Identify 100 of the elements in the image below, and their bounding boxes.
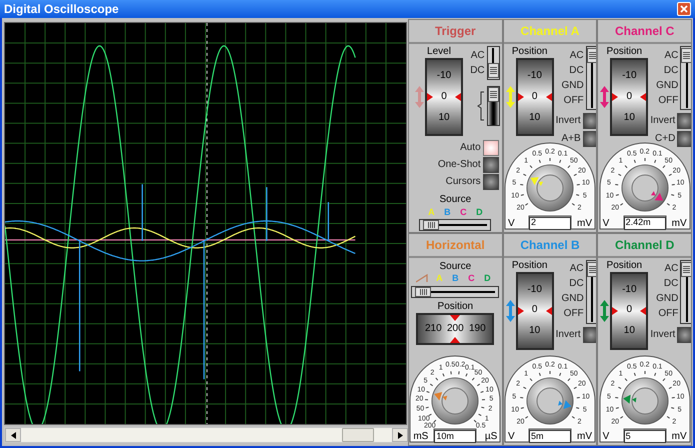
coupling-label: GND: [656, 292, 678, 306]
switch-thumb[interactable]: [586, 262, 596, 276]
value-field[interactable]: 5: [624, 430, 666, 443]
toggle-button[interactable]: Invert: [556, 326, 596, 342]
toggle-button[interactable]: A+B: [561, 131, 596, 147]
switch-thumb[interactable]: [488, 87, 499, 102]
window-title: Digital Oscilloscope: [4, 3, 119, 15]
vertical-switch[interactable]: [680, 46, 691, 110]
pointer-icon: [640, 306, 646, 314]
scale-label: 0: [441, 92, 447, 102]
coupling-label: AC: [570, 262, 584, 276]
switch-thumb[interactable]: [681, 262, 691, 276]
coupling-label: OFF: [658, 307, 678, 321]
scale-label: -10: [527, 71, 542, 82]
switch-thumb[interactable]: [423, 220, 440, 230]
scroll-left-button[interactable]: [5, 428, 21, 442]
horizontal-switch[interactable]: [419, 219, 492, 231]
coupling-label: DC: [569, 277, 584, 291]
pointer-icon: [450, 336, 460, 342]
panel-title: Channel A: [520, 23, 580, 40]
vertical-switch[interactable]: [586, 46, 596, 110]
source-letter: B: [452, 274, 459, 283]
coupling-label: OFF: [564, 94, 584, 108]
value-field[interactable]: 2: [528, 216, 571, 230]
pointer-icon: [450, 314, 460, 320]
value-field[interactable]: 5m: [528, 430, 571, 443]
scale-label: -10: [622, 284, 637, 295]
pointer-icon: [640, 93, 646, 101]
value-field[interactable]: 2.42m: [624, 216, 666, 230]
scale-label: 10: [438, 112, 450, 123]
source-letter: C: [460, 208, 467, 216]
position-drum[interactable]: -10 0 10: [610, 58, 648, 136]
panel-title: Channel C: [614, 23, 674, 40]
vertical-switch[interactable]: [486, 46, 500, 80]
toggle-button[interactable]: Cursors: [446, 174, 499, 190]
switch-thumb[interactable]: [586, 48, 596, 63]
unit-label: mV: [672, 218, 687, 228]
switch-thumb[interactable]: [488, 63, 499, 78]
toggle-button[interactable]: One-Shot: [438, 157, 499, 173]
close-button[interactable]: [677, 2, 691, 16]
position-drum[interactable]: -10 0 10: [425, 58, 463, 136]
pointer-icon: [546, 306, 552, 314]
coupling-label: OFF: [564, 307, 584, 321]
position-drum[interactable]: 210 200 190: [416, 312, 494, 344]
scale-label: -10: [527, 284, 542, 295]
scroll-right-button[interactable]: [392, 428, 408, 442]
coupling-label: DC: [664, 277, 678, 291]
panel-label: Position: [606, 46, 642, 58]
coupling-label: GND: [561, 78, 584, 92]
unit-label: mS: [413, 432, 428, 442]
unit-label: µS: [484, 432, 498, 442]
unit-label: V: [602, 432, 610, 442]
panel-title: Channel D: [614, 236, 674, 254]
switch-thumb[interactable]: [681, 48, 691, 63]
source-letter: D: [476, 208, 483, 216]
source-letter: A: [428, 208, 435, 216]
pointer-icon: [546, 93, 552, 101]
position-drum[interactable]: -10 0 10: [610, 272, 648, 350]
horizontal-switch[interactable]: [411, 286, 500, 298]
pointer-icon: [455, 93, 461, 101]
position-drum[interactable]: -10 0 10: [516, 58, 554, 136]
close-icon: [680, 5, 688, 13]
scale-label: 210: [424, 324, 442, 334]
scale-label: 200: [446, 324, 464, 334]
unit-label: V: [508, 218, 515, 228]
unit-label: mV: [576, 218, 592, 228]
coupling-label: AC: [664, 262, 678, 276]
position-drum[interactable]: -10 0 10: [516, 272, 554, 350]
scroll-thumb[interactable]: [342, 428, 374, 442]
unit-label: mV: [576, 432, 592, 442]
toggle-button[interactable]: C+D: [655, 131, 691, 147]
scale-label: 0: [626, 92, 632, 102]
updown-arrow-icon: [415, 86, 424, 108]
unit-label: V: [508, 432, 515, 442]
scale-label: 10: [529, 112, 540, 123]
toggle-button[interactable]: Auto: [460, 140, 499, 156]
bracket-icon: [476, 91, 485, 121]
source-letter: C: [468, 274, 475, 283]
panel-title: Channel B: [520, 236, 580, 254]
switch-thumb[interactable]: [415, 286, 432, 296]
vertical-switch[interactable]: [586, 260, 596, 324]
coupling-label: GND: [561, 292, 584, 306]
vertical-switch[interactable]: [680, 260, 691, 324]
toggle-button[interactable]: Invert: [556, 113, 596, 129]
scale-label: -10: [436, 71, 452, 82]
coupling-label: OFF: [658, 94, 678, 108]
panel-label: Position: [606, 260, 642, 272]
coupling-label: GND: [656, 78, 678, 92]
toggle-button[interactable]: Invert: [650, 113, 691, 129]
dial-tick-marks: [614, 370, 675, 419]
vertical-switch[interactable]: [486, 86, 500, 126]
coupling-label: AC: [570, 48, 584, 62]
scale-label: 10: [529, 326, 540, 336]
panel-label: Source: [439, 260, 472, 272]
coupling-label: DC: [470, 64, 485, 78]
scale-label: 0: [626, 305, 632, 316]
value-field[interactable]: 10m: [434, 430, 476, 443]
toggle-button[interactable]: Invert: [650, 326, 691, 342]
source-letter: D: [484, 274, 491, 283]
pointer-icon: [518, 93, 524, 101]
